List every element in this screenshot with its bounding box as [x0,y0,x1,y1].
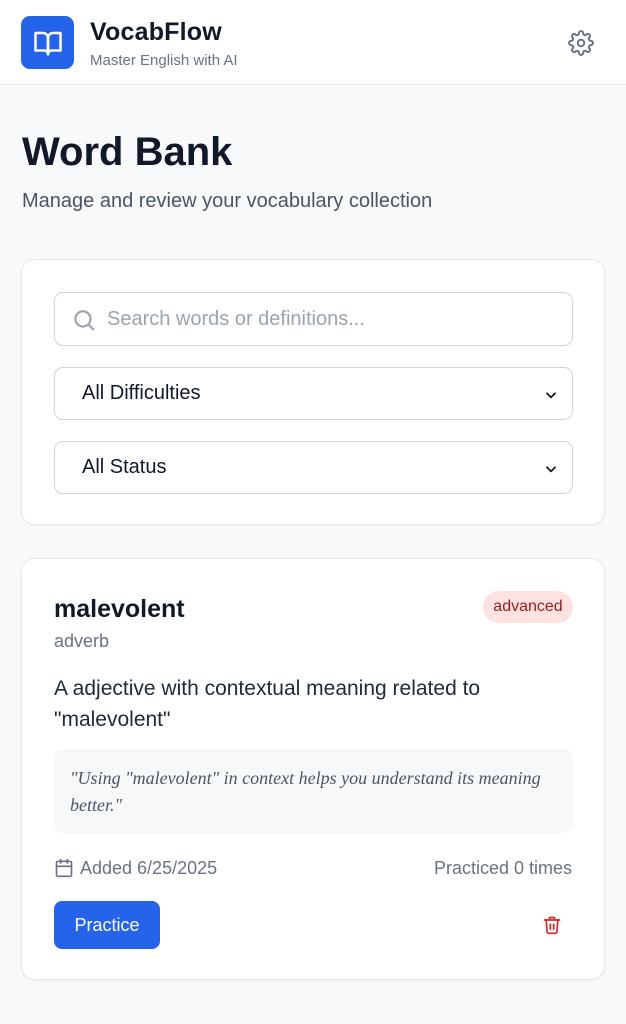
trash-icon [543,916,561,935]
page-subtitle: Manage and review your vocabulary collec… [22,190,433,212]
difficulty-badge: advanced [483,591,573,623]
filters-panel: All Difficulties All Status [21,259,605,525]
chevron-down-icon [546,466,556,473]
book-open-icon [33,31,62,55]
app-header: VocabFlow Master English with AI [0,0,626,85]
delete-button[interactable] [540,913,564,937]
app-logo [21,16,74,69]
gear-icon [568,30,594,56]
page-title: Word Bank [22,130,233,174]
app-subtitle: Master English with AI [90,52,238,69]
practice-count: Practiced 0 times [433,858,572,878]
example-sentence: "Using "malevolent" in context helps you… [70,768,541,815]
search-icon [74,310,95,331]
word-definition: A adjective with contextual meaning rela… [54,677,481,731]
search-box[interactable] [54,292,573,346]
difficulty-select-value: All Difficulties [82,382,201,404]
part-of-speech: adverb [54,631,110,651]
status-select[interactable]: All Status [54,441,573,494]
practice-button[interactable]: Practice [54,901,160,949]
search-input[interactable] [107,293,562,345]
example-box: "Using "malevolent" in context helps you… [54,749,573,833]
settings-button[interactable] [566,28,596,58]
status-select-value: All Status [82,456,167,478]
calendar-icon [55,858,73,878]
app-title: VocabFlow [90,18,222,46]
chevron-down-icon [546,392,556,399]
word-title: malevolent [54,595,185,623]
word-card: malevolent advanced adverb A adjective w… [21,558,605,980]
added-date: Added 6/25/2025 [54,856,217,880]
added-date-label: Added 6/25/2025 [80,857,218,878]
difficulty-select[interactable]: All Difficulties [54,367,573,420]
